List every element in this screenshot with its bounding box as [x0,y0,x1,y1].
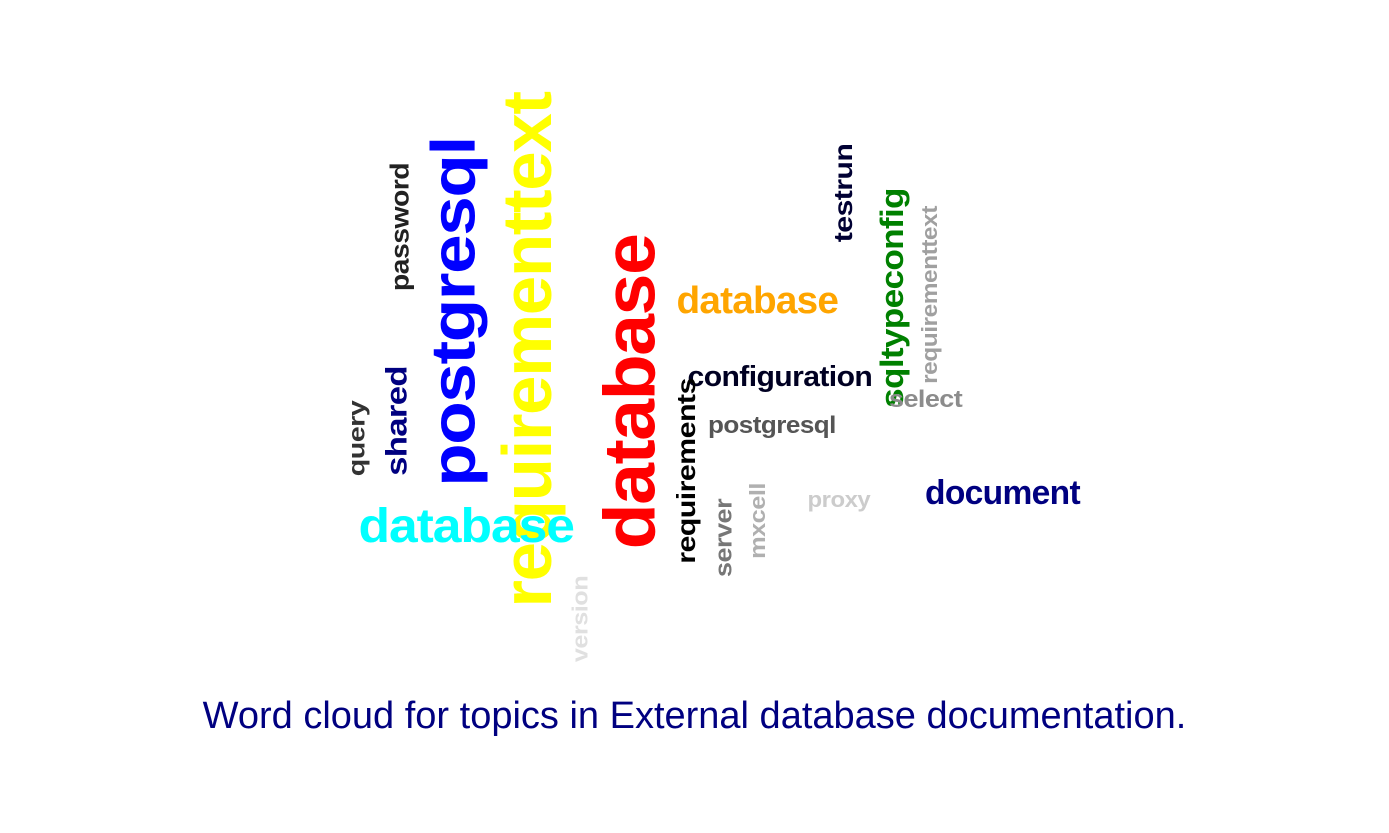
word-requirementtext-12: requirementtext [916,206,942,384]
word-password-10: password [384,162,415,292]
word-proxy-18: proxy [807,487,871,512]
word-database-1: database [589,234,670,550]
word-cloud: requirementtext database postgresql databas… [0,0,1389,680]
word-requirements-7: requirements [671,378,702,564]
word-version-19: version [567,575,593,663]
word-configuration-6: configuration [687,360,873,393]
word-postgresql-13: postgresql [707,412,836,439]
word-document-5: document [924,474,1081,512]
figure-caption: Word cloud for topics in External databa… [202,695,1187,737]
word-testrun-11: testrun [828,143,859,243]
word-postgresql-2: postgresql [418,137,488,487]
word-server-15: server [710,498,738,578]
word-database-3: database [358,500,574,553]
word-select-16: select [888,386,962,413]
word-mxcell-17: mxcell [744,483,770,559]
word-database-4: database [675,280,838,322]
word-query-14: query [343,400,370,476]
word-shared-9: shared [379,366,413,476]
word-sqltypeconfig-8: sqltypeconfig [873,188,910,408]
